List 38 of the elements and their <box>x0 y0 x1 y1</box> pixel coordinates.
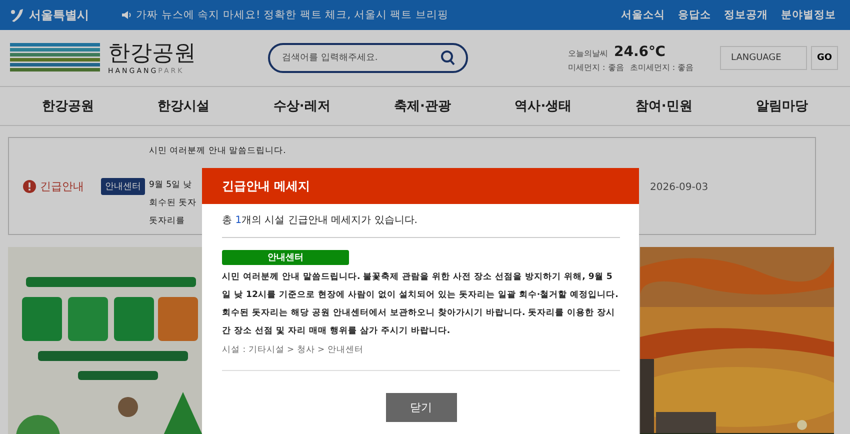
nav-item[interactable]: 수상·레저 <box>273 97 330 115</box>
city-name[interactable]: 서울특별시 <box>29 6 89 24</box>
notice-line: 회수된 돗자 <box>149 197 197 209</box>
alert-icon <box>23 180 36 192</box>
logo-title: 한강공원 <box>108 42 196 66</box>
nav-item[interactable]: 역사·생태 <box>514 97 572 115</box>
fine-dust-level: 초미세먼지 : 좋음 <box>630 62 694 72</box>
facility-tag: 안내센터 <box>222 250 349 265</box>
nav-item[interactable]: 참여·민원 <box>635 97 692 115</box>
notice-line: 돗자리를 <box>149 215 185 227</box>
dialog-summary: 총 1개의 시설 긴급안내 메세지가 있습니다. <box>222 204 620 238</box>
dialog-message: 시민 여러분께 안내 말씀드립니다. 불꽃축제 관람을 위한 사전 장소 선점을 방지하기 위해, 9월 5일 낮 12시를 기준으로 현장에 사람이 없이 설치되어 있는 돗자리는 일괄 회수·철거할 예정입니다. 회수된 돗자리는 해당 공원 안내센터에서 보관하오니 찾아가시기 바랍니다. 돗자리를 이용한 장시간 장소 선점 및 자리 매매 행위를 삼가 주시기 바랍니다. <box>222 271 620 338</box>
nav-item[interactable]: 한강공원 <box>42 97 94 115</box>
city-logo-icon <box>10 8 26 22</box>
dialog-title: 긴급안내 메세지 <box>202 168 639 204</box>
notice-label: 긴급안내 <box>40 178 84 194</box>
facility-path: 시설 : 기타시설 > 청사 > 안내센터 <box>222 344 620 371</box>
close-button[interactable]: 닫기 <box>386 393 456 422</box>
search-icon[interactable] <box>440 50 456 66</box>
nav-item[interactable]: 축제·관광 <box>394 97 451 115</box>
weather-label: 오늘의날씨 <box>568 48 608 58</box>
nav-item[interactable]: 알림마당 <box>756 97 808 115</box>
top-link[interactable]: 서울소식 <box>621 8 665 22</box>
search-field[interactable]: 검색어를 입력해주세요. <box>268 43 468 73</box>
temperature: 24.6℃ <box>614 44 666 60</box>
top-link[interactable]: 정보공개 <box>724 8 768 22</box>
go-button[interactable]: GO <box>811 46 838 70</box>
notice-line: 시민 여러분께 안내 말씀드립니다. <box>149 145 286 157</box>
nav-item[interactable]: 한강시설 <box>158 97 210 115</box>
news-ticker[interactable]: 가짜 뉴스에 속지 마세요! 정확한 팩트 체크, 서울시 팩트 브리핑 <box>136 8 449 22</box>
language-field[interactable]: LANGUAGE <box>720 46 807 70</box>
facility-tag: 안내센터 <box>101 178 145 194</box>
notice-line: 9월 5일 낮 <box>149 179 192 191</box>
dust-level: 미세먼지 : 좋음 <box>568 62 624 72</box>
top-link[interactable]: 응답소 <box>678 8 711 22</box>
notice-date: 2026-09-03 <box>650 182 708 193</box>
speaker-icon <box>122 11 132 19</box>
top-link[interactable]: 분야별정보 <box>781 8 836 22</box>
